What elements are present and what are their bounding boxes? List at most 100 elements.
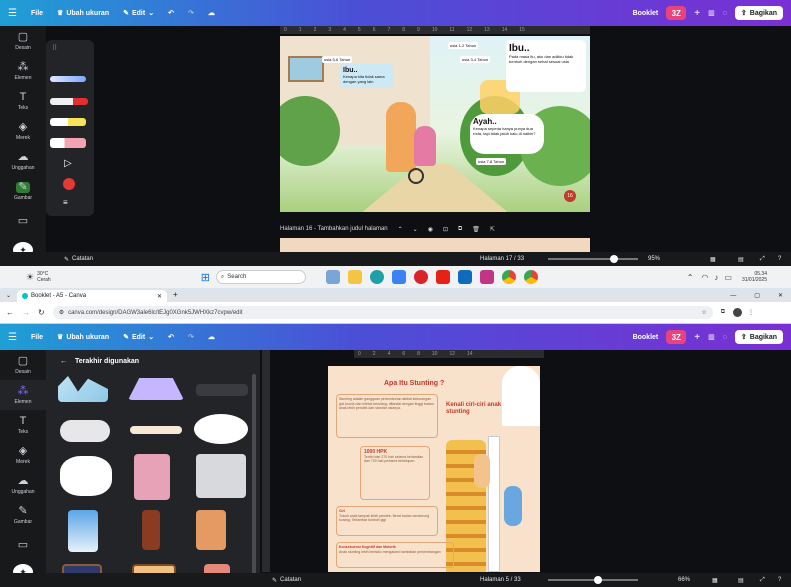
zoom-slider[interactable]	[548, 576, 638, 584]
page-counter[interactable]: Halaman 5 / 33	[480, 577, 521, 583]
grid-view-icon[interactable]: ▦	[710, 256, 716, 263]
edit-menu[interactable]: ✎ Edit ⌄	[123, 333, 154, 342]
eraser-tool[interactable]	[50, 138, 86, 148]
resize-menu[interactable]: ♛ Ubah ukuran	[57, 333, 109, 342]
doc-title[interactable]: Booklet	[633, 10, 659, 17]
notes-icon[interactable]: ✎	[64, 256, 69, 263]
rail-item-merek[interactable]: ◈ Merek	[0, 116, 46, 146]
scroll-handle[interactable]: ⠿	[52, 44, 62, 60]
back-arrow-icon[interactable]: ←	[60, 358, 67, 365]
undo-button[interactable]: ↶	[168, 333, 174, 341]
share-button[interactable]: ⇪ Bagikan	[734, 330, 783, 344]
chrome-icon-2[interactable]	[523, 270, 538, 284]
cloud-sync-icon[interactable]: ☁	[208, 9, 215, 17]
element-tile-clouds[interactable]	[58, 376, 108, 402]
comment-icon[interactable]: ◌	[723, 10, 727, 17]
bookmark-star-icon[interactable]: ☆	[701, 309, 706, 316]
chevron-down-icon[interactable]: ⌄	[413, 226, 418, 233]
zoom-level[interactable]: 66%	[678, 577, 690, 583]
rail-item-gambar[interactable]: ✎ Gambar	[0, 500, 46, 530]
close-tab-icon[interactable]: ✕	[157, 293, 162, 300]
extensions-icon[interactable]: ⧉	[721, 309, 725, 316]
chrome-icon[interactable]	[501, 270, 516, 284]
opera-icon[interactable]	[413, 270, 428, 284]
highlighter-tool[interactable]	[50, 118, 86, 126]
rail-item-folder[interactable]: ▭	[0, 530, 46, 560]
element-tile-bar[interactable]	[130, 426, 182, 434]
site-info-icon[interactable]: ⚙	[59, 309, 64, 316]
page-title-input[interactable]: Halaman 16 - Tambahkan judul halaman	[280, 226, 388, 232]
pages-icon[interactable]: ▤	[738, 577, 744, 584]
rail-item-folder[interactable]: ▭	[0, 206, 46, 236]
pen-tool[interactable]	[50, 76, 86, 82]
close-window-icon[interactable]: ✕	[778, 292, 783, 299]
add-icon[interactable]: +	[694, 8, 700, 19]
clock[interactable]: 05.34 31/01/2025	[742, 271, 767, 283]
marker-tool[interactable]	[50, 98, 88, 105]
insights-icon[interactable]: ▥	[708, 333, 715, 341]
trash-icon[interactable]: 🗑	[472, 226, 480, 233]
notes-button[interactable]: Catatan	[72, 256, 93, 262]
rail-item-unggahan[interactable]: ☁ Unggahan	[0, 146, 46, 176]
rail-item-elemen[interactable]: ⁂ Elemen	[0, 56, 46, 86]
redo-button[interactable]: ↷	[188, 333, 194, 341]
element-tile-speech-bubble[interactable]	[194, 414, 248, 444]
pages-icon[interactable]: ▤	[738, 256, 744, 263]
zoom-level[interactable]: 95%	[648, 256, 660, 262]
help-icon[interactable]: ?	[778, 256, 781, 262]
edge-icon[interactable]	[369, 270, 384, 284]
cloud-sync-icon[interactable]: ☁	[208, 333, 215, 341]
design-page-16[interactable]: Ibu.. Pada masa itu, aku dan adikku tida…	[280, 36, 590, 212]
redo-button[interactable]: ↷	[188, 9, 194, 17]
element-tile-woman-chair[interactable]	[196, 510, 226, 550]
edit-menu[interactable]: ✎ Edit ⌄	[123, 9, 154, 18]
mail-icon[interactable]	[457, 270, 472, 284]
element-tile-square[interactable]	[196, 454, 246, 498]
lock-icon[interactable]: ⊡	[443, 226, 448, 233]
doc-title[interactable]: Booklet	[633, 334, 659, 341]
forward-icon[interactable]: →	[22, 308, 30, 317]
zoom-slider[interactable]	[548, 255, 638, 263]
battery-icon[interactable]: ▭	[724, 273, 732, 282]
element-tile-door[interactable]	[142, 510, 160, 550]
menu-icon[interactable]: ☰	[8, 8, 17, 19]
youtube-icon[interactable]	[435, 270, 450, 284]
network-icon[interactable]: ◠	[701, 273, 708, 282]
element-tile-rounded-rect[interactable]	[60, 420, 110, 442]
element-tile-girl-chair[interactable]	[134, 454, 170, 500]
menu-icon[interactable]: ☰	[8, 332, 17, 343]
panel-scrollbar[interactable]	[252, 374, 256, 574]
taskbar-search[interactable]: ⌕ Search	[215, 270, 306, 284]
element-tile-cloud-bubble[interactable]	[60, 456, 112, 496]
duplicate-icon[interactable]: ⧉	[458, 226, 462, 233]
add-icon[interactable]: +	[694, 332, 700, 343]
file-explorer-icon[interactable]	[347, 270, 362, 284]
chevron-up-icon[interactable]: ⌃	[398, 226, 403, 233]
undo-button[interactable]: ↶	[168, 9, 174, 17]
avatar[interactable]: 3Z	[666, 6, 687, 20]
back-icon[interactable]: ←	[6, 308, 14, 317]
page-counter[interactable]: Halaman 17 / 33	[480, 256, 524, 262]
fullscreen-icon[interactable]: ⤢	[760, 577, 765, 584]
profile-icon[interactable]	[733, 308, 742, 317]
taskview-icon[interactable]	[325, 270, 340, 284]
rail-item-teks[interactable]: T Teks	[0, 86, 46, 116]
rail-item-desain[interactable]: ▢ Desain	[0, 350, 46, 380]
rail-item-teks[interactable]: T Teks	[0, 410, 46, 440]
rail-item-gambar[interactable]: ✎ Gambar	[0, 176, 46, 206]
zoom-knob[interactable]	[610, 255, 618, 263]
more-icon[interactable]: ⋮	[748, 309, 754, 316]
comment-icon[interactable]: ◌	[723, 334, 727, 341]
add-page-icon[interactable]: ⇱	[490, 226, 495, 233]
fullscreen-icon[interactable]: ⤢	[760, 256, 765, 263]
tab-list-icon[interactable]: ⌄	[6, 292, 11, 299]
new-tab-icon[interactable]: +	[173, 290, 178, 299]
design-page-5[interactable]: Apa Itu Stunting ? Stunting adalah gangg…	[328, 366, 540, 572]
rail-item-merek[interactable]: ◈ Merek	[0, 440, 46, 470]
resize-menu[interactable]: ♛ Ubah ukuran	[57, 9, 109, 18]
store-icon[interactable]	[391, 270, 406, 284]
browser-tab[interactable]: Booklet - A5 - Canva ✕	[17, 290, 168, 302]
rail-item-desain[interactable]: ▢ Desain	[0, 26, 46, 56]
color-swatch-red[interactable]	[63, 178, 75, 190]
insights-icon[interactable]: ▥	[708, 9, 715, 17]
